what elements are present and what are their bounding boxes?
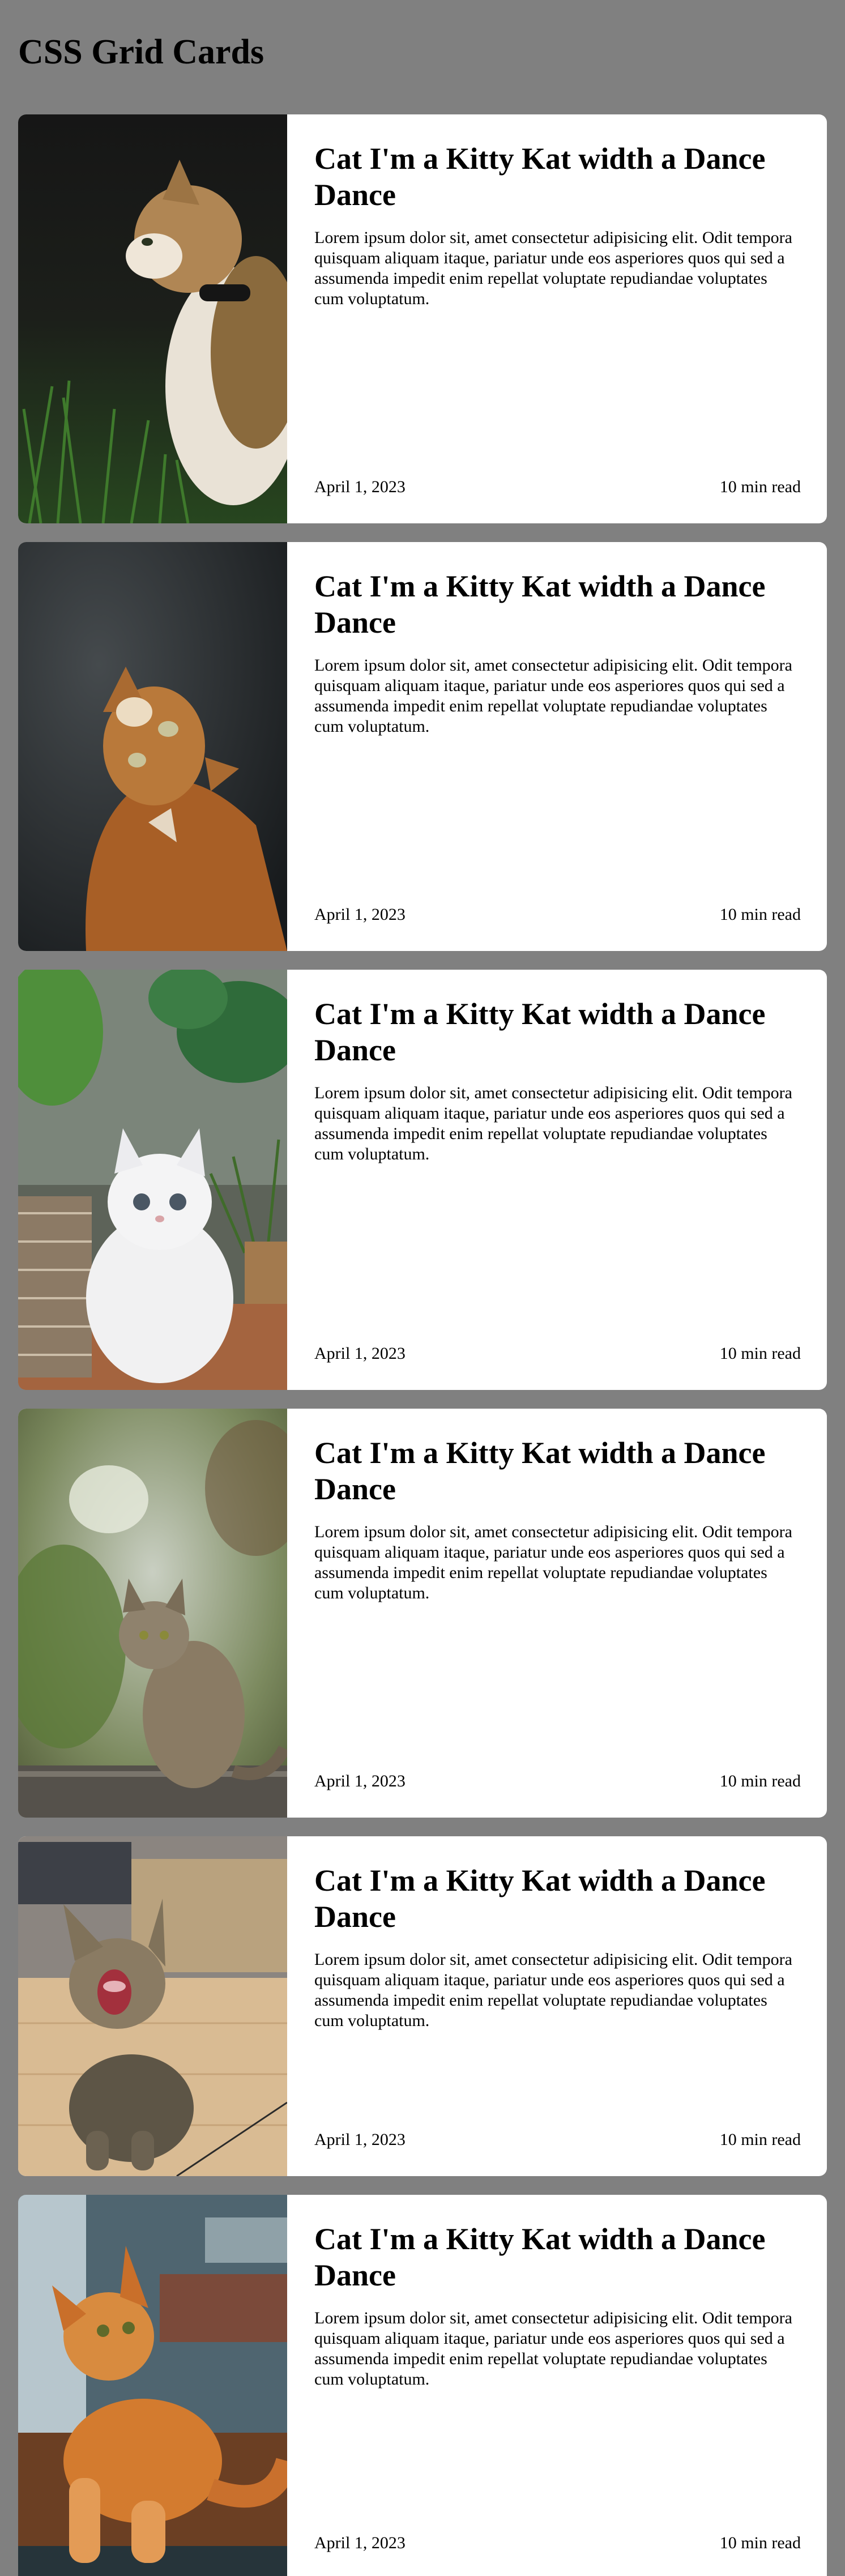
card-title[interactable]: Cat I'm a Kitty Kat width a Dance Dance	[314, 2221, 801, 2293]
card-read-time: 10 min read	[719, 2534, 801, 2552]
card-description: Lorem ipsum dolor sit, amet consectetur …	[314, 228, 792, 308]
card[interactable]: Cat I'm a Kitty Kat width a Dance Dance …	[18, 2195, 827, 2576]
card-date: April 1, 2023	[314, 477, 406, 496]
card-body: Cat I'm a Kitty Kat width a Dance Dance …	[287, 542, 827, 951]
card-date: April 1, 2023	[314, 905, 406, 924]
card-body: Cat I'm a Kitty Kat width a Dance Dance …	[287, 2195, 827, 2576]
card-image	[18, 542, 287, 951]
card[interactable]: Cat I'm a Kitty Kat width a Dance Dance …	[18, 114, 827, 523]
card-body: Cat I'm a Kitty Kat width a Dance Dance …	[287, 970, 827, 1390]
card-date: April 1, 2023	[314, 2130, 406, 2149]
card-footer: April 1, 2023 10 min read	[314, 2533, 801, 2553]
card-image	[18, 1836, 287, 2176]
card-body: Cat I'm a Kitty Kat width a Dance Dance …	[287, 1409, 827, 1818]
card-image	[18, 114, 287, 523]
card-read-time: 10 min read	[719, 477, 801, 496]
card-body: Cat I'm a Kitty Kat width a Dance Dance …	[287, 1836, 827, 2176]
card-footer: April 1, 2023 10 min read	[314, 905, 801, 925]
card-read-time: 10 min read	[719, 1772, 801, 1790]
card-title[interactable]: Cat I'm a Kitty Kat width a Dance Dance	[314, 996, 801, 1068]
card-title[interactable]: Cat I'm a Kitty Kat width a Dance Dance	[314, 140, 801, 213]
card-title[interactable]: Cat I'm a Kitty Kat width a Dance Dance	[314, 1435, 801, 1507]
card-description: Lorem ipsum dolor sit, amet consectetur …	[314, 656, 792, 736]
card-footer: April 1, 2023 10 min read	[314, 477, 801, 497]
card[interactable]: Cat I'm a Kitty Kat width a Dance Dance …	[18, 1409, 827, 1818]
card-date: April 1, 2023	[314, 1772, 406, 1790]
card-date: April 1, 2023	[314, 2534, 406, 2552]
card-image	[18, 970, 287, 1390]
card[interactable]: Cat I'm a Kitty Kat width a Dance Dance …	[18, 970, 827, 1390]
card-footer: April 1, 2023 10 min read	[314, 1344, 801, 1364]
card-image	[18, 1409, 287, 1818]
card-description: Lorem ipsum dolor sit, amet consectetur …	[314, 1522, 792, 1602]
card-title[interactable]: Cat I'm a Kitty Kat width a Dance Dance	[314, 568, 801, 641]
card[interactable]: Cat I'm a Kitty Kat width a Dance Dance …	[18, 542, 827, 951]
card-date: April 1, 2023	[314, 1344, 406, 1363]
card-body: Cat I'm a Kitty Kat width a Dance Dance …	[287, 114, 827, 523]
card-description: Lorem ipsum dolor sit, amet consectetur …	[314, 1950, 792, 2030]
card[interactable]: Cat I'm a Kitty Kat width a Dance Dance …	[18, 1836, 827, 2176]
card-description: Lorem ipsum dolor sit, amet consectetur …	[314, 2309, 792, 2389]
card-footer: April 1, 2023 10 min read	[314, 1771, 801, 1792]
card-footer: April 1, 2023 10 min read	[314, 2130, 801, 2150]
card-read-time: 10 min read	[719, 1344, 801, 1363]
page-title: CSS Grid Cards	[18, 33, 264, 71]
card-title[interactable]: Cat I'm a Kitty Kat width a Dance Dance	[314, 1862, 801, 1935]
card-description: Lorem ipsum dolor sit, amet consectetur …	[314, 1084, 792, 1163]
card-read-time: 10 min read	[719, 905, 801, 924]
card-read-time: 10 min read	[719, 2130, 801, 2149]
card-image	[18, 2195, 287, 2576]
